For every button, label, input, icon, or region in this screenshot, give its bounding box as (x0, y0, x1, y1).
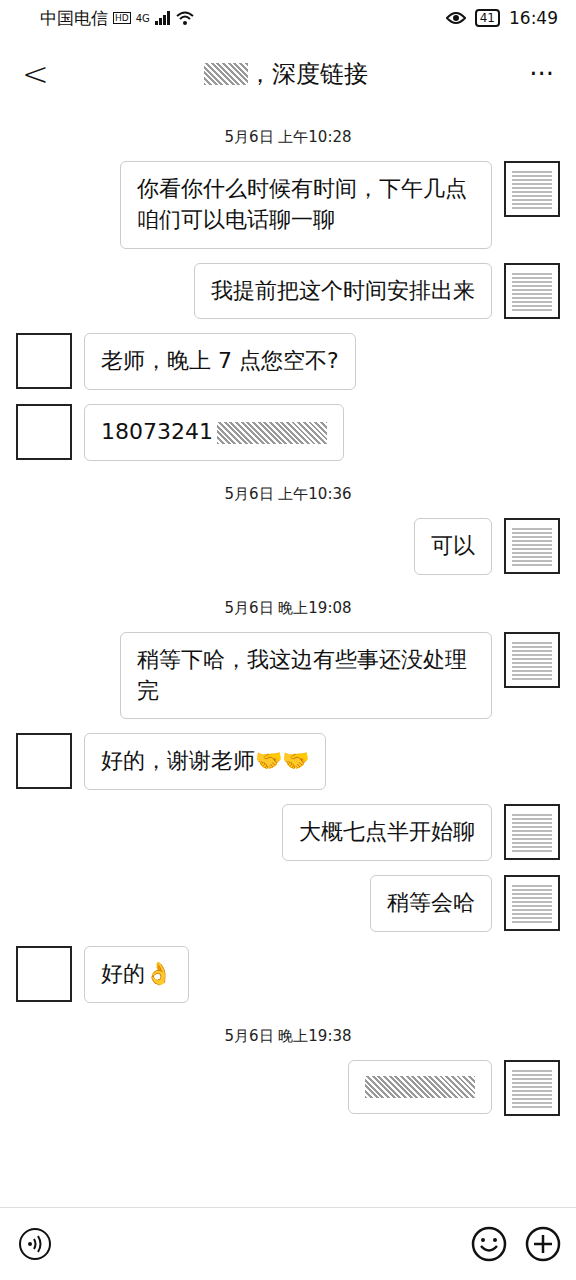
carrier-label: 中国电信 (40, 7, 108, 30)
emoji-icon[interactable] (470, 1225, 508, 1263)
battery-indicator: 41 (475, 9, 500, 27)
message-bubble[interactable]: 你看你什么时候有时间，下午几点咱们可以电话聊一聊 (120, 161, 492, 249)
message-row: 好的，谢谢老师🤝🤝 (16, 733, 560, 790)
redaction-mark (217, 422, 327, 444)
message-bubble[interactable]: 好的👌 (84, 946, 189, 1003)
message-bubble[interactable]: 可以 (414, 518, 492, 575)
status-bar: 中国电信 HD 4G 41 16:49 (0, 0, 576, 36)
contact-avatar[interactable] (16, 946, 72, 1002)
message-bubble[interactable]: 我提前把这个时间安排出来 (194, 263, 492, 320)
eye-icon (446, 11, 466, 25)
message-bubble[interactable] (348, 1060, 492, 1114)
message-bubble[interactable]: 大概七点半开始聊 (282, 804, 492, 861)
message-row: 18073241 (16, 404, 560, 461)
message-row: 你看你什么时候有时间，下午几点咱们可以电话聊一聊 (16, 161, 560, 249)
message-bubble[interactable]: 18073241 (84, 404, 344, 461)
input-bar (0, 1207, 576, 1280)
message-bubble[interactable]: 稍等下哈，我这边有些事还没处理完 (120, 632, 492, 720)
message-bubble[interactable]: 稍等会哈 (370, 875, 492, 932)
timestamp: 5月6日 晚上19:08 (16, 599, 560, 618)
message-row: 我提前把这个时间安排出来 (16, 263, 560, 320)
message-row: 可以 (16, 518, 560, 575)
user-avatar[interactable] (504, 1060, 560, 1116)
message-row: 稍等下哈，我这边有些事还没处理完 (16, 632, 560, 720)
wifi-icon (176, 11, 194, 25)
user-avatar[interactable] (504, 875, 560, 931)
back-button[interactable]: < (22, 55, 82, 93)
message-row: 好的👌 (16, 946, 560, 1003)
network-label: 4G (136, 13, 150, 24)
message-bubble[interactable]: 老师，晚上 7 点您空不? (84, 333, 356, 390)
hd-badge: HD (113, 12, 131, 24)
message-row: 老师，晚上 7 点您空不? (16, 333, 560, 390)
message-row (16, 1060, 560, 1116)
timestamp: 5月6日 晚上19:38 (16, 1027, 560, 1046)
plus-icon[interactable] (524, 1225, 562, 1263)
message-bubble[interactable]: 好的，谢谢老师🤝🤝 (84, 733, 326, 790)
message-row: 大概七点半开始聊 (16, 804, 560, 861)
timestamp: 5月6日 上午10:36 (16, 485, 560, 504)
avatar-photo (512, 640, 552, 680)
avatar-photo (512, 169, 552, 209)
clock: 16:49 (509, 8, 558, 28)
avatar-photo (512, 883, 552, 923)
message-list: 5月6日 上午10:28 你看你什么时候有时间，下午几点咱们可以电话聊一聊我提前把… (0, 112, 576, 1207)
timestamp: 5月6日 上午10:28 (16, 128, 560, 147)
redaction-mark (365, 1076, 475, 1098)
contact-avatar[interactable] (16, 733, 72, 789)
message-row: 稍等会哈 (16, 875, 560, 932)
chat-title: ，深度链接 (82, 58, 529, 90)
signal-icon (155, 11, 171, 25)
redaction-mark (204, 63, 248, 85)
user-avatar[interactable] (504, 518, 560, 574)
message-input[interactable] (68, 1224, 454, 1264)
more-button[interactable]: ··· (529, 59, 554, 89)
avatar-photo (512, 1068, 552, 1108)
contact-avatar[interactable] (16, 333, 72, 389)
chat-header: <，深度链接··· (0, 36, 576, 112)
user-avatar[interactable] (504, 263, 560, 319)
user-avatar[interactable] (504, 632, 560, 688)
avatar-photo (512, 812, 552, 852)
contact-avatar[interactable] (16, 404, 72, 460)
avatar-photo (512, 526, 552, 566)
voice-icon[interactable] (18, 1227, 52, 1261)
chat-screen: 中国电信 HD 4G 41 16:49 <，深度链接··· 5月6日 上午10:28 你看你什… (0, 0, 576, 1280)
avatar-photo (512, 271, 552, 311)
user-avatar[interactable] (504, 161, 560, 217)
user-avatar[interactable] (504, 804, 560, 860)
